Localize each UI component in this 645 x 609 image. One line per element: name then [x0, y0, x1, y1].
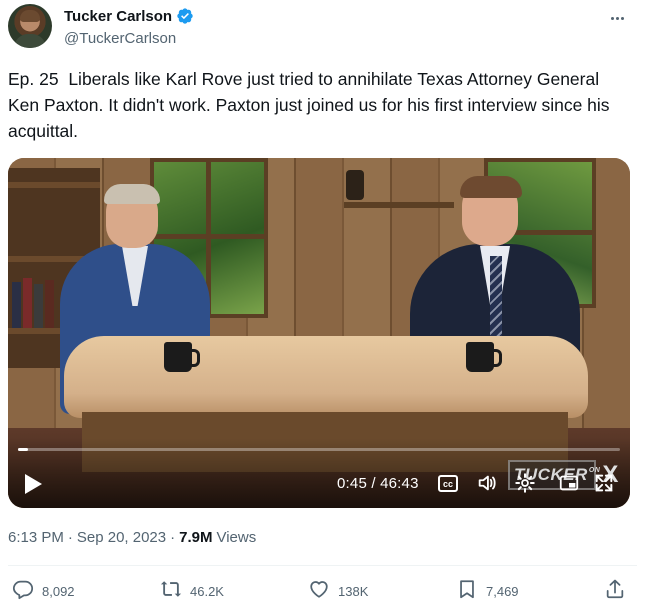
verified-badge-icon[interactable]: [176, 7, 194, 25]
tweet-text: Ep. 25 Liberals like Karl Rove just trie…: [8, 69, 615, 141]
tweet-card: Tucker Carlson @TuckerCarlson Ep. 25 Lib…: [0, 0, 645, 609]
author-name-row: Tucker Carlson: [64, 7, 194, 25]
meta-separator: ·: [170, 529, 176, 546]
reply-icon: [12, 580, 34, 600]
bookmark-count: 7,469: [486, 583, 519, 599]
avatar-jacket: [14, 34, 46, 48]
video-time-readout: 0:45 / 46:43: [337, 475, 419, 492]
action-bar: 8,092 46.2K 138K 7,469: [0, 578, 645, 608]
share-icon: [606, 579, 624, 599]
divider: [8, 565, 637, 566]
video-progress-bar[interactable]: [18, 448, 620, 451]
video-player[interactable]: 0:45 / 46:43 cc TUCKER ON X: [8, 158, 630, 508]
like-count: 138K: [338, 583, 369, 599]
reply-count: 8,092: [42, 583, 75, 599]
bookmark-button[interactable]: 7,469: [456, 578, 519, 600]
settings-gear-icon[interactable]: [514, 472, 536, 494]
video-scene-mug-right: [466, 342, 502, 372]
tweet-meta: 6:13 PM · Sep 20, 2023 · 7.9M Views: [8, 529, 256, 546]
heart-icon: [310, 581, 328, 598]
captions-button[interactable]: cc: [438, 475, 458, 492]
repost-button[interactable]: 46.2K: [160, 578, 224, 600]
reply-button[interactable]: 8,092: [12, 578, 75, 600]
views-label: Views: [216, 529, 257, 546]
video-scene-mug-left: [164, 342, 200, 372]
video-scene-lantern: [346, 170, 364, 200]
tweet-time[interactable]: 6:13 PM: [8, 529, 64, 546]
author-display-name[interactable]: Tucker Carlson: [64, 8, 172, 25]
pip-icon[interactable]: [558, 472, 580, 494]
share-button[interactable]: [604, 578, 626, 600]
avatar[interactable]: [8, 4, 52, 48]
bookmark-icon: [460, 580, 474, 599]
avatar-hair: [20, 10, 40, 22]
more-horizontal-icon[interactable]: [603, 8, 631, 28]
tweet-date[interactable]: Sep 20, 2023: [77, 529, 166, 546]
like-button[interactable]: 138K: [308, 578, 368, 600]
repost-icon: [160, 581, 182, 597]
video-scene-table: [64, 336, 588, 418]
author-handle[interactable]: @TuckerCarlson: [64, 30, 176, 47]
views-count: 7.9M: [179, 529, 213, 546]
meta-separator: ·: [67, 529, 73, 546]
volume-icon[interactable]: [476, 472, 498, 494]
video-progress-fill: [18, 448, 28, 451]
play-icon[interactable]: [22, 472, 44, 496]
fullscreen-icon[interactable]: [593, 472, 615, 494]
repost-count: 46.2K: [190, 583, 224, 599]
